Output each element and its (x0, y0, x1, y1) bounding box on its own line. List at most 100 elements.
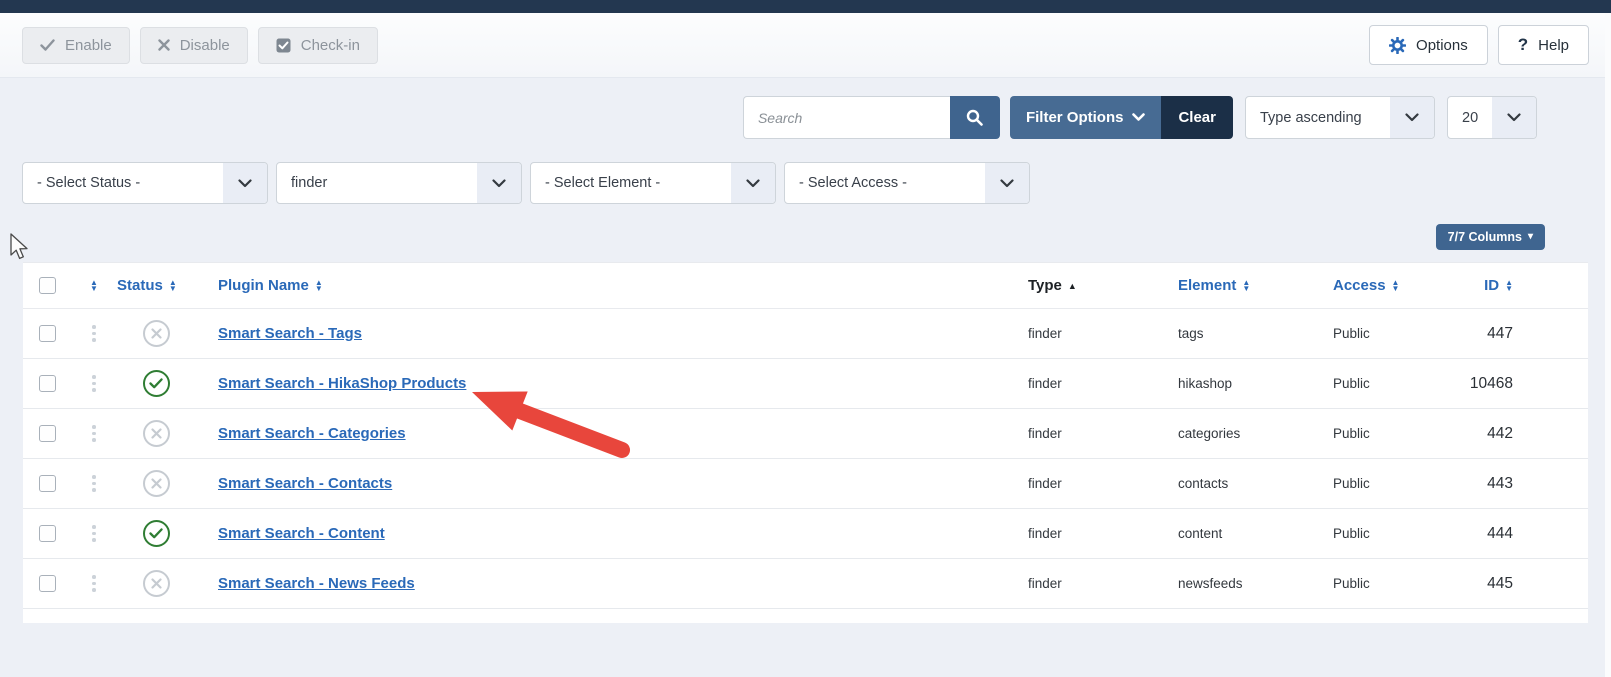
drag-handle-icon[interactable] (92, 375, 96, 392)
type-cell: finder (1028, 426, 1062, 441)
sort-icon: ▲ ▼ (1505, 277, 1513, 293)
row-select-checkbox[interactable] (38, 475, 56, 492)
status-toggle-button[interactable] (142, 320, 170, 347)
chevron-down-icon (985, 163, 1029, 203)
plugin-name-link[interactable]: Smart Search - Categories (218, 425, 406, 442)
id-cell: 442 (1487, 424, 1513, 442)
plugin-name-link[interactable]: Smart Search - Contacts (218, 475, 392, 492)
access-filter-value: - Select Access - (799, 175, 907, 191)
admin-top-bar (0, 0, 1611, 13)
check-icon (40, 39, 55, 51)
element-cell: categories (1178, 426, 1241, 441)
list-limit-value: 20 (1462, 109, 1479, 126)
filter-options-label: Filter Options (1025, 109, 1124, 126)
table-row: Smart Search - Contacts finder contacts … (23, 459, 1588, 509)
table-body: Smart Search - Tags finder tags Public 4… (23, 309, 1588, 609)
access-cell: Public (1333, 476, 1370, 491)
search-submit-button[interactable] (949, 96, 1000, 139)
chevron-down-icon (1390, 97, 1434, 138)
status-filter-select[interactable]: - Select Status - (22, 162, 268, 204)
enable-label: Enable (65, 36, 112, 54)
access-sort-header[interactable]: Access ▲ ▼ (1333, 277, 1463, 294)
plugin-name-link[interactable]: Smart Search - Tags (218, 325, 362, 342)
select-all-checkbox[interactable] (38, 277, 56, 294)
help-label: Help (1538, 36, 1569, 54)
options-button[interactable]: Options (1369, 25, 1488, 65)
row-select-checkbox[interactable] (38, 425, 56, 442)
status-disabled-icon (150, 428, 162, 439)
access-filter-select[interactable]: - Select Access - (784, 162, 1030, 204)
element-sort-header[interactable]: Element ▲ ▼ (1178, 277, 1318, 294)
status-enabled-icon (149, 528, 163, 539)
plugin-name-link[interactable]: Smart Search - News Feeds (218, 575, 415, 592)
scrollbar-track[interactable] (1605, 13, 1611, 677)
row-select-checkbox[interactable] (38, 575, 56, 592)
row-select-checkbox[interactable] (38, 525, 56, 542)
table-row: Smart Search - Tags finder tags Public 4… (23, 309, 1588, 359)
table-row: Smart Search - Categories finder categor… (23, 409, 1588, 459)
element-cell: tags (1178, 326, 1204, 341)
type-cell: finder (1028, 376, 1062, 391)
sort-icon: ▲ ▼ (314, 277, 323, 293)
status-toggle-button[interactable] (142, 570, 170, 597)
clear-button[interactable]: Clear (1161, 96, 1233, 139)
folder-filter-select[interactable]: finder (276, 162, 522, 204)
disable-button[interactable]: Disable (139, 26, 248, 64)
element-cell: newsfeeds (1178, 576, 1243, 591)
checkin-label: Check-in (300, 36, 360, 54)
status-toggle-button[interactable] (142, 420, 170, 447)
status-sort-header[interactable]: Status ▲ ▼ (117, 277, 195, 294)
disable-label: Disable (179, 36, 230, 54)
x-icon (158, 39, 170, 51)
id-sort-header[interactable]: ID ▲ ▼ (1463, 277, 1588, 294)
drag-handle-icon[interactable] (92, 525, 96, 542)
type-cell: finder (1028, 526, 1062, 541)
clear-label: Clear (1178, 109, 1216, 126)
filter-options-button[interactable]: Filter Options (1009, 96, 1162, 139)
drag-handle-icon[interactable] (92, 425, 96, 442)
columns-toggle-button[interactable]: 7/7 Columns ▾ (1435, 224, 1545, 250)
question-icon: ? (1517, 35, 1529, 54)
plugin-name-sort-header[interactable]: Plugin Name ▲ ▼ (218, 277, 1013, 294)
list-limit-select[interactable]: 20 (1447, 96, 1537, 139)
status-filter-value: - Select Status - (37, 175, 141, 191)
sort-icon: ▲ ▼ (90, 277, 98, 293)
toolbar: Enable Disable Check-in Options ? Help (0, 13, 1611, 78)
search-input[interactable] (742, 96, 950, 139)
status-disabled-icon (150, 578, 162, 589)
row-select-checkbox[interactable] (38, 375, 56, 392)
search-toolbar: Filter Options Clear Type ascending 20 (22, 96, 1589, 139)
plugin-name-link[interactable]: Smart Search - HikaShop Products (218, 375, 466, 392)
options-label: Options (1416, 36, 1468, 54)
ordering-sort-header[interactable]: ▲ ▼ (90, 277, 98, 293)
type-sort-header[interactable]: Type ▲ (1028, 277, 1163, 294)
checkin-button[interactable]: Check-in (257, 26, 378, 64)
drag-handle-icon[interactable] (92, 475, 96, 492)
plugin-name-link[interactable]: Smart Search - Content (218, 525, 385, 542)
chevron-down-icon (731, 163, 775, 203)
id-cell: 447 (1487, 324, 1513, 342)
sort-icon: ▲ ▼ (1391, 277, 1400, 293)
drag-handle-icon[interactable] (92, 325, 96, 342)
element-cell: contacts (1178, 476, 1229, 491)
type-cell: finder (1028, 576, 1062, 591)
sort-ascending-icon: ▲ (1067, 280, 1077, 291)
status-toggle-button[interactable] (142, 470, 170, 497)
status-toggle-button[interactable] (142, 370, 170, 397)
table-row: Smart Search - HikaShop Products finder … (23, 359, 1588, 409)
id-cell: 443 (1487, 474, 1513, 492)
sort-icon: ▲ ▼ (1242, 277, 1251, 293)
enable-button[interactable]: Enable (22, 26, 130, 64)
id-cell: 445 (1487, 574, 1513, 592)
columns-button-label: 7/7 Columns (1447, 230, 1522, 244)
row-select-checkbox[interactable] (38, 325, 56, 342)
status-toggle-button[interactable] (142, 520, 170, 547)
checkbox-icon (276, 38, 291, 53)
drag-handle-icon[interactable] (92, 575, 96, 592)
element-filter-select[interactable]: - Select Element - (530, 162, 776, 204)
table-header-row: ▲ ▼ Status ▲ ▼ Plugin Name ▲ ▼ Type ▲ Eleme… (23, 263, 1588, 309)
type-cell: finder (1028, 326, 1062, 341)
help-button[interactable]: ? Help (1497, 25, 1589, 65)
sort-order-select[interactable]: Type ascending (1245, 96, 1435, 139)
element-filter-value: - Select Element - (545, 175, 661, 191)
